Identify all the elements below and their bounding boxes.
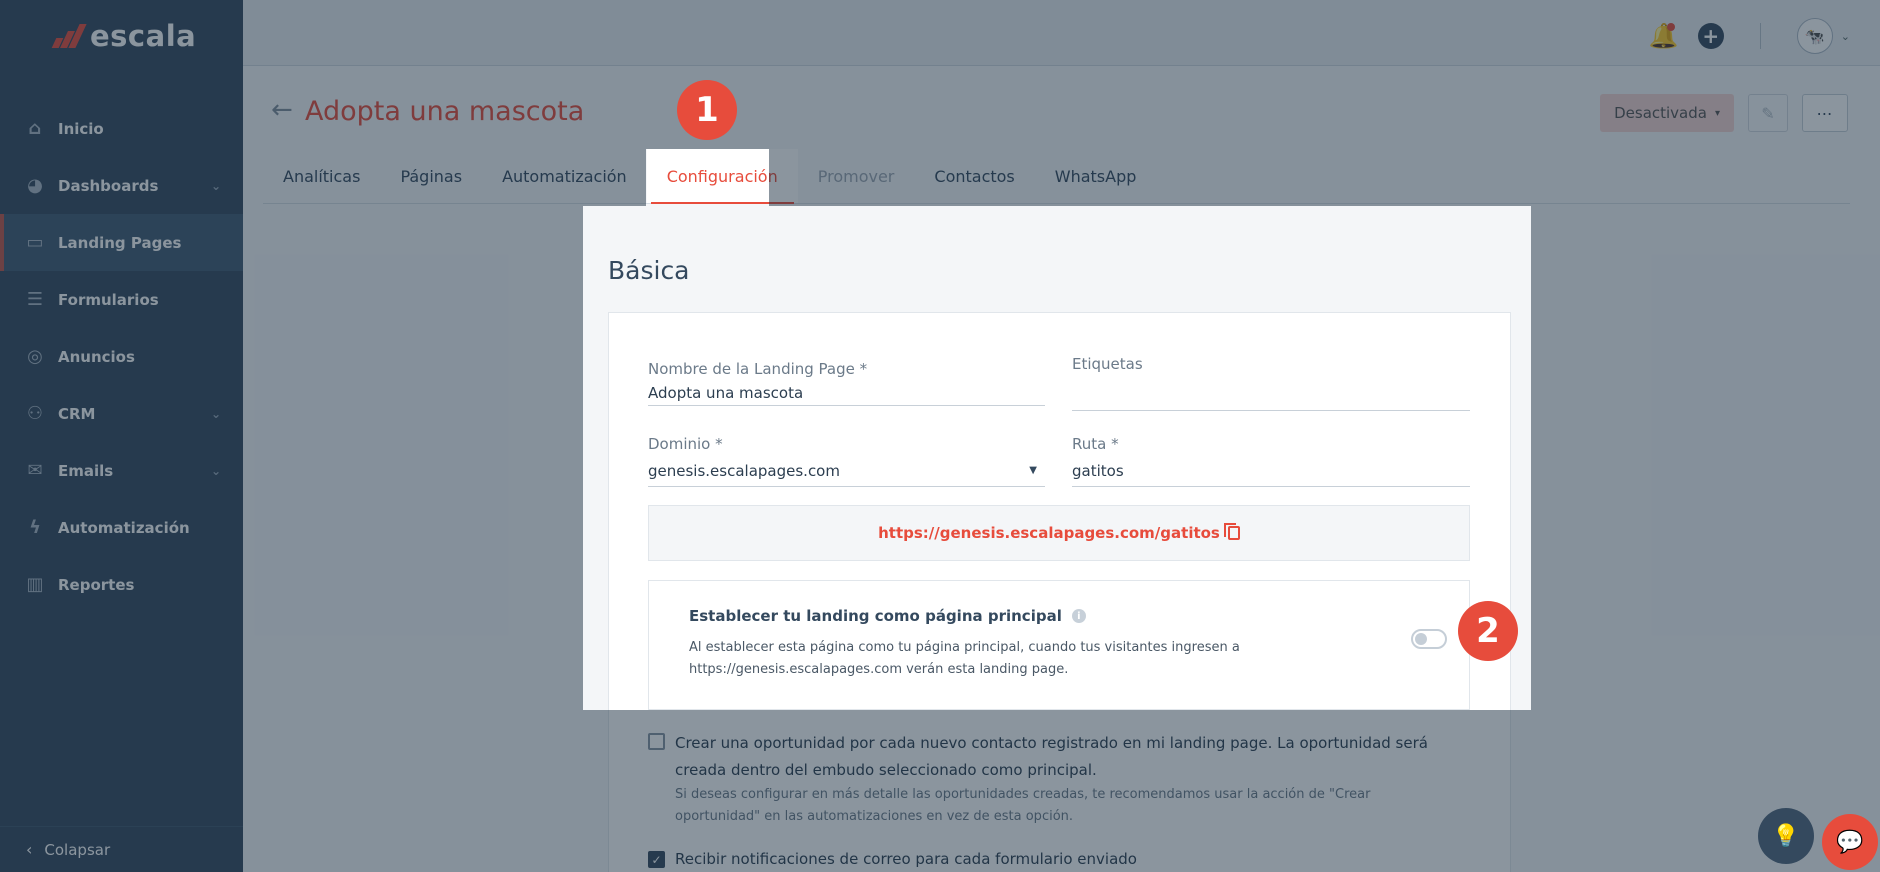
- sidebar-item-dashboards[interactable]: ◕ Dashboards ⌄: [0, 157, 243, 214]
- tags-input[interactable]: [1072, 379, 1470, 411]
- main-page-setting: Establecer tu landing como página princi…: [648, 580, 1470, 710]
- bar-chart-icon: ▥: [26, 574, 44, 595]
- collapse-sidebar-button[interactable]: ‹ Colapsar: [0, 826, 243, 872]
- notification-dot: [1666, 23, 1675, 31]
- domain-field: Dominio * genesis.escalapages.com ▼: [648, 435, 1045, 487]
- sidebar-item-landing-pages[interactable]: ▭ Landing Pages: [0, 214, 243, 271]
- status-dropdown-button[interactable]: Desactivada ▾: [1600, 94, 1734, 132]
- lightbulb-help-button[interactable]: 💡: [1758, 808, 1814, 864]
- url-preview: https://genesis.escalapages.com/gatitos: [648, 505, 1470, 561]
- tags-field: Etiquetas: [1072, 355, 1470, 411]
- step-badge-2: 2: [1458, 601, 1518, 661]
- people-icon: ⚇: [26, 403, 44, 424]
- step-badge-1: 1: [677, 80, 737, 140]
- status-label: Desactivada: [1614, 104, 1707, 122]
- opportunity-option: Crear una oportunidad por cada nuevo con…: [648, 730, 1448, 828]
- page-header: ← Adopta una mascota Desactivada ▾ ✎ ⋯ A…: [243, 66, 1880, 206]
- domain-select[interactable]: genesis.escalapages.com ▼: [648, 459, 1045, 487]
- edit-button[interactable]: ✎: [1748, 94, 1788, 132]
- tab-analiticas[interactable]: Analíticas: [263, 149, 380, 203]
- brand-logo[interactable]: escala: [0, 0, 243, 72]
- sidebar-item-emails[interactable]: ✉ Emails ⌄: [0, 442, 243, 499]
- landing-name-field: Nombre de la Landing Page * Adopta una m…: [648, 360, 1045, 406]
- landing-name-input[interactable]: Adopta una mascota: [648, 384, 1045, 406]
- tab-bar: Analíticas Páginas Automatización Config…: [263, 149, 1850, 204]
- envelope-icon: ✉: [27, 460, 43, 481]
- tab-automatizacion[interactable]: Automatización: [482, 149, 647, 203]
- main-page-title: Establecer tu landing como página princi…: [689, 607, 1062, 625]
- sidebar-item-label: Formularios: [58, 290, 159, 309]
- collapse-label: Colapsar: [44, 840, 111, 859]
- opportunity-hint: Si deseas configurar en más detalle las …: [675, 787, 1371, 824]
- sidebar-item-label: CRM: [58, 404, 96, 423]
- opportunity-checkbox[interactable]: [648, 733, 665, 750]
- chevron-down-icon[interactable]: ⌄: [1841, 30, 1850, 43]
- escala-logo-icon: [50, 24, 87, 48]
- main-page-description: Al establecer esta página como tu página…: [689, 640, 1240, 677]
- field-label: Nombre de la Landing Page *: [648, 360, 868, 378]
- caret-down-icon: ▼: [1029, 465, 1037, 476]
- home-icon: ⌂: [28, 118, 42, 139]
- input-value: gatitos: [1072, 461, 1124, 480]
- tab-contactos[interactable]: Contactos: [914, 149, 1034, 203]
- chevron-down-icon: ⌄: [210, 178, 221, 193]
- chevron-down-icon: ⌄: [210, 463, 221, 478]
- form-icon: ☰: [26, 289, 44, 310]
- sidebar-item-label: Automatización: [58, 518, 190, 537]
- sidebar-item-label: Dashboards: [58, 176, 159, 195]
- sidebar-item-label: Reportes: [58, 575, 135, 594]
- sidebar-item-label: Inicio: [58, 119, 104, 138]
- tab-promover: Promover: [817, 166, 895, 186]
- brand-name: escala: [90, 19, 197, 53]
- field-label: Etiquetas: [1072, 355, 1143, 373]
- sidebar-item-label: Anuncios: [58, 347, 135, 366]
- opportunity-text: Crear una oportunidad por cada nuevo con…: [675, 734, 1428, 779]
- select-value: genesis.escalapages.com: [648, 461, 840, 480]
- route-input[interactable]: gatitos: [1072, 459, 1470, 487]
- chevron-left-icon: ‹: [26, 840, 33, 859]
- route-field: Ruta * gatitos: [1072, 435, 1470, 487]
- field-label: Dominio *: [648, 435, 723, 453]
- caret-down-icon: ▾: [1714, 107, 1720, 119]
- page-title: Adopta una mascota: [305, 96, 585, 127]
- sidebar-item-formularios[interactable]: ☰ Formularios: [0, 271, 243, 328]
- copy-icon[interactable]: [1223, 523, 1240, 540]
- chat-button[interactable]: 💬: [1822, 814, 1878, 870]
- sidebar-item-label: Landing Pages: [58, 233, 182, 252]
- sidebar-item-inicio[interactable]: ⌂ Inicio: [0, 100, 243, 157]
- avatar[interactable]: 🐄: [1796, 18, 1833, 54]
- url-link[interactable]: https://genesis.escalapages.com/gatitos: [878, 524, 1220, 542]
- sidebar: escala ⌂ Inicio ◕ Dashboards ⌄ ▭ Landing…: [0, 0, 243, 872]
- notify-text: Recibir notificaciones de correo para ca…: [675, 850, 1137, 868]
- back-arrow-icon[interactable]: ←: [271, 95, 293, 125]
- sidebar-item-anuncios[interactable]: ◎ Anuncios: [0, 328, 243, 385]
- lightning-icon: ϟ: [29, 517, 41, 538]
- section-title: Básica: [608, 256, 690, 285]
- tab-whatsapp[interactable]: WhatsApp: [1035, 149, 1157, 203]
- tab-configuracion[interactable]: Configuración: [646, 149, 798, 204]
- notify-option: ✓ Recibir notificaciones de correo para …: [648, 848, 1448, 870]
- divider: [1759, 23, 1761, 49]
- pie-chart-icon: ◕: [27, 175, 43, 196]
- notifications-bell-icon[interactable]: 🔔: [1649, 21, 1679, 51]
- chevron-down-icon: ⌄: [210, 406, 221, 421]
- tab-paginas[interactable]: Páginas: [380, 149, 482, 203]
- input-value: Adopta una mascota: [648, 383, 804, 402]
- create-new-button[interactable]: +: [1697, 23, 1724, 49]
- top-bar: 🔔 + 🐄 ⌄: [243, 0, 1880, 66]
- sidebar-item-automatizacion[interactable]: ϟ Automatización: [0, 499, 243, 556]
- sidebar-nav: ⌂ Inicio ◕ Dashboards ⌄ ▭ Landing Pages …: [0, 100, 243, 613]
- main-page-toggle[interactable]: [1411, 629, 1447, 649]
- sidebar-item-label: Emails: [58, 461, 114, 480]
- notify-checkbox[interactable]: ✓: [648, 851, 665, 868]
- sidebar-item-crm[interactable]: ⚇ CRM ⌄: [0, 385, 243, 442]
- sidebar-item-reportes[interactable]: ▥ Reportes: [0, 556, 243, 613]
- target-icon: ◎: [27, 346, 43, 367]
- info-icon[interactable]: i: [1071, 609, 1086, 623]
- browser-window-icon: ▭: [26, 232, 44, 253]
- toggle-knob: [1415, 633, 1427, 645]
- field-label: Ruta *: [1072, 435, 1119, 453]
- more-options-button[interactable]: ⋯: [1802, 94, 1848, 132]
